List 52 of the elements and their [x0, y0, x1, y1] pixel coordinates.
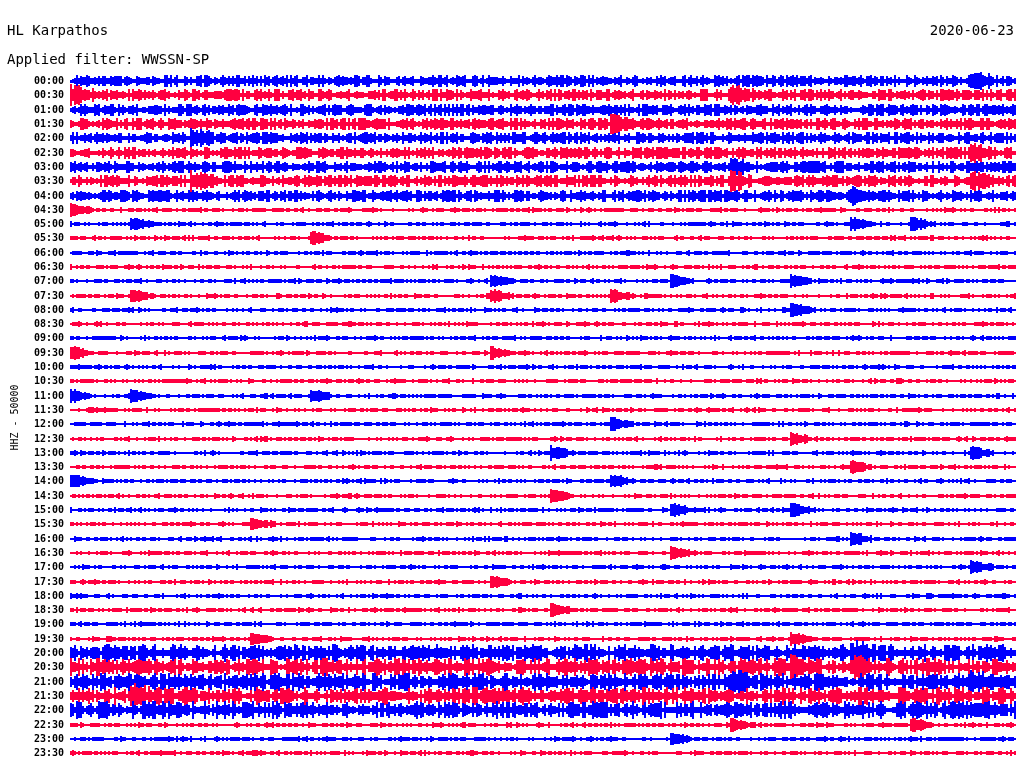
time-label: 23:30 [32, 747, 64, 760]
time-label: 17:30 [32, 575, 64, 588]
time-label: 03:30 [32, 175, 64, 188]
time-label: 01:00 [32, 103, 64, 116]
time-label: 03:00 [32, 160, 64, 173]
date-label: 2020-06-23 [929, 21, 1014, 40]
time-label: 13:30 [32, 461, 64, 474]
time-label: 01:30 [32, 118, 64, 131]
time-label: 11:00 [32, 389, 64, 402]
time-label: 17:00 [32, 561, 64, 574]
time-label: 07:30 [32, 289, 64, 302]
filter-label: Applied filter: WWSSN-SP [7, 50, 210, 69]
time-label: 08:30 [32, 318, 64, 331]
time-label: 09:30 [32, 346, 64, 359]
time-label: 07:00 [32, 275, 64, 288]
time-label: 09:00 [32, 332, 64, 345]
time-label: 12:30 [32, 432, 64, 445]
time-label: 14:00 [32, 475, 64, 488]
time-label: 06:30 [32, 261, 64, 273]
time-label: 23:00 [32, 732, 64, 745]
time-label: 18:00 [32, 589, 64, 602]
time-label: 12:00 [32, 418, 64, 431]
time-label: 10:00 [32, 361, 64, 374]
time-label: 16:00 [32, 532, 64, 545]
time-label: 15:30 [32, 518, 64, 531]
time-label: 19:30 [32, 632, 64, 645]
time-label: 21:00 [32, 675, 64, 688]
time-label: 13:00 [32, 446, 64, 459]
time-label: 15:00 [32, 504, 64, 517]
time-label: 20:00 [32, 647, 64, 659]
time-label: 10:30 [32, 375, 64, 388]
time-label: 04:30 [32, 203, 64, 216]
time-label: 19:00 [32, 618, 64, 631]
time-label: 16:30 [32, 546, 64, 559]
time-label: 22:00 [32, 704, 64, 717]
time-label: 11:30 [32, 403, 64, 416]
time-label: 02:00 [32, 132, 64, 145]
time-label: 06:00 [32, 246, 64, 259]
time-label: 22:30 [32, 718, 64, 731]
time-label: 08:00 [32, 303, 64, 316]
station-name: HL Karpathos [7, 21, 109, 40]
time-label: 02:30 [32, 146, 64, 159]
time-label: 18:30 [32, 604, 64, 617]
channel-scale-label: HHZ - 50000 [8, 384, 20, 451]
time-label: 05:00 [32, 218, 64, 231]
time-label: 20:30 [32, 661, 64, 674]
time-label: 04:00 [32, 189, 64, 202]
time-label: 21:30 [32, 689, 64, 702]
time-label: 14:30 [32, 489, 64, 502]
time-label: 00:30 [32, 89, 64, 102]
time-label: 05:30 [32, 232, 64, 245]
time-label: 00:00 [32, 75, 64, 88]
